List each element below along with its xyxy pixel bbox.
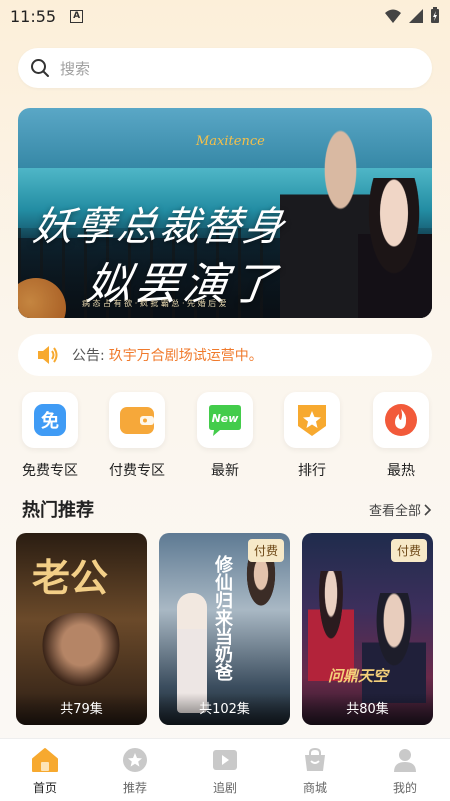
hot-icon — [385, 404, 417, 436]
play-icon — [213, 750, 237, 770]
drama-card[interactable]: 老公 共79集 — [16, 533, 147, 725]
section-header: 热门推荐 查看全部 — [22, 496, 432, 522]
profile-icon — [394, 749, 416, 772]
promo-banner[interactable]: Maxitence 妖孽总裁替身 姒罢演了 病 态 占 有 欲 · 疯 批 霸 … — [18, 108, 432, 318]
card-art-title: 问鼎天空 — [328, 667, 389, 685]
wifi-icon — [385, 9, 401, 23]
bottom-tab-bar: 首页 推荐 追剧 商城 我的 — [0, 738, 450, 801]
announcement-text: 玖宇万合剧场试运营中。 — [108, 348, 263, 364]
category-tile: 免 — [22, 392, 78, 448]
tab-label: 推荐 — [122, 781, 147, 795]
announcement-bar[interactable]: 公告: 玖宇万合剧场试运营中。 — [18, 334, 432, 376]
battery-icon — [431, 7, 439, 23]
tab-label: 追剧 — [212, 781, 237, 795]
category-paid[interactable]: 付费专区 — [97, 392, 177, 480]
see-all-link[interactable]: 查看全部 — [369, 500, 432, 519]
see-all-label: 查看全部 — [368, 504, 421, 519]
tab-recommend[interactable]: 推荐 — [90, 739, 180, 801]
drama-card[interactable]: 修仙归来当奶爸 付费 共102集 — [159, 533, 290, 725]
keyboard-a-icon: A — [70, 9, 84, 23]
section-title: 热门推荐 — [22, 500, 94, 521]
paid-badge: 付费 — [247, 539, 284, 562]
category-label: 免费专区 — [22, 463, 78, 479]
tab-label: 我的 — [392, 781, 417, 795]
recommend-list: 老公 共79集 修仙归来当奶爸 付费 共102集 问鼎天空 付费 共80集 — [16, 533, 436, 725]
banner-caption: 病 态 占 有 欲 · 疯 批 霸 总 · 先 婚 后 爱 — [82, 299, 227, 308]
tab-shop[interactable]: 商城 — [270, 739, 360, 801]
tab-following[interactable]: 追剧 — [180, 739, 270, 801]
status-bar: 11:55 A — [0, 0, 450, 32]
card-episode-count: 共102集 — [159, 693, 290, 725]
svg-text:New: New — [212, 412, 240, 425]
speaker-icon — [38, 346, 58, 364]
category-free[interactable]: 免 免费专区 — [10, 392, 90, 480]
search-icon — [31, 59, 49, 77]
category-grid: 免 免费专区 付费专区 New 最新 排行 最热 — [0, 392, 450, 482]
card-art-title: 老公 — [32, 555, 109, 600]
category-label: 排行 — [298, 463, 326, 479]
search-bar[interactable]: 搜索 — [18, 48, 432, 88]
category-label: 最热 — [387, 463, 415, 479]
tab-label: 首页 — [32, 781, 57, 795]
star-icon — [123, 748, 147, 772]
card-poster-figure — [239, 553, 283, 623]
category-tile — [373, 392, 429, 448]
paid-badge: 付费 — [390, 539, 427, 562]
wallet-icon — [120, 407, 154, 434]
tab-label: 商城 — [302, 781, 327, 795]
chevron-right-icon — [424, 503, 432, 516]
category-tile — [109, 392, 165, 448]
category-tile — [284, 392, 340, 448]
category-hot[interactable]: 最热 — [361, 392, 441, 480]
tab-home[interactable]: 首页 — [0, 739, 90, 801]
card-episode-count: 共79集 — [16, 693, 147, 725]
card-poster-figure — [362, 593, 426, 703]
rank-icon — [298, 405, 326, 436]
banner-title: 妖孽总裁替身 — [30, 204, 289, 250]
category-tile: New — [197, 392, 253, 448]
card-episode-count: 共80集 — [302, 693, 433, 725]
category-label: 付费专区 — [109, 463, 165, 479]
banner-actress — [358, 178, 432, 318]
status-icons — [384, 7, 440, 24]
shop-icon — [305, 747, 325, 771]
signal-icon — [409, 8, 423, 23]
announcement-label: 公告: — [72, 348, 105, 364]
drama-card[interactable]: 问鼎天空 付费 共80集 — [302, 533, 433, 725]
home-icon — [32, 748, 58, 772]
search-input[interactable]: 搜索 — [60, 58, 90, 79]
svg-text:免: 免 — [41, 410, 59, 432]
category-rank[interactable]: 排行 — [272, 392, 352, 480]
card-art-title: 修仙归来当奶爸 — [212, 555, 233, 681]
new-icon: New — [209, 405, 241, 436]
category-new[interactable]: New 最新 — [185, 392, 265, 480]
tab-profile[interactable]: 我的 — [360, 739, 450, 801]
banner-logo: Maxitence — [196, 134, 265, 149]
free-icon: 免 — [34, 404, 66, 436]
status-time: 11:55 — [10, 6, 57, 26]
category-label: 最新 — [211, 463, 239, 479]
card-poster — [36, 613, 126, 693]
